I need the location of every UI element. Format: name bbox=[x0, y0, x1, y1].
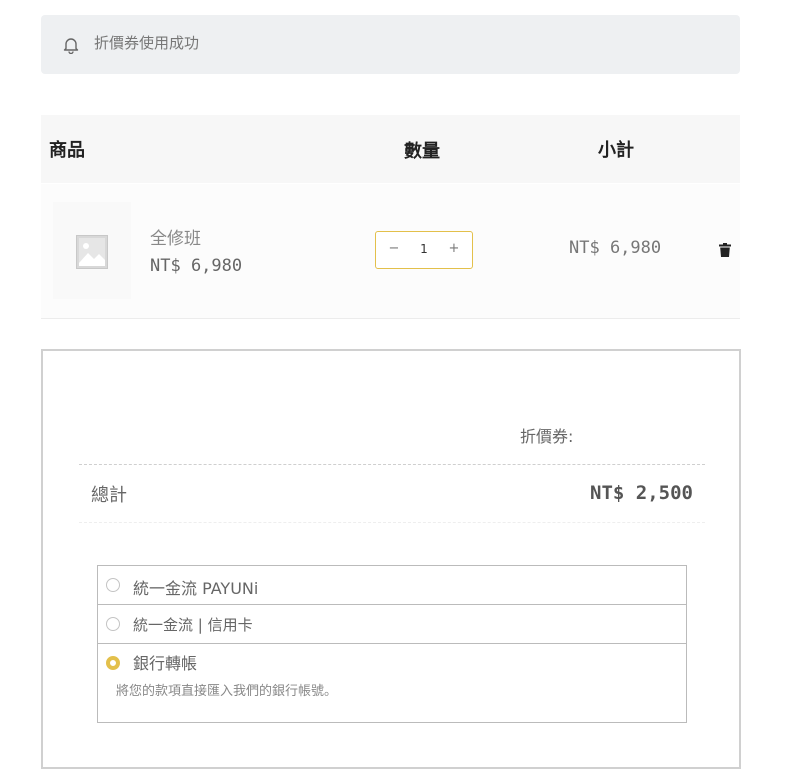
notice-message: 折價券使用成功 bbox=[94, 34, 200, 52]
payment-option-credit-card[interactable]: 統一金流 | 信用卡 bbox=[98, 605, 686, 644]
payment-label[interactable]: 統一金流 PAYUNi bbox=[133, 575, 258, 599]
decrease-quantity-button[interactable]: − bbox=[385, 241, 403, 256]
product-thumbnail[interactable] bbox=[53, 202, 131, 299]
product-price: NT$ 6,980 bbox=[150, 256, 243, 276]
header-subtotal: 小計 bbox=[598, 140, 634, 161]
payment-methods: 統一金流 PAYUNi 統一金流 | 信用卡 銀行轉帳 將您的款項直接匯入我們的… bbox=[97, 565, 687, 723]
cart-table-header: 商品 數量 小計 bbox=[41, 115, 740, 183]
trash-icon[interactable] bbox=[719, 243, 731, 257]
payment-description: 將您的款項直接匯入我們的銀行帳號。 bbox=[116, 684, 338, 699]
payment-radio[interactable] bbox=[106, 578, 120, 592]
line-subtotal: NT$ 6,980 bbox=[569, 238, 662, 258]
cart-totals-box: 折價券: 總計 NT$ 2,500 統一金流 PAYUNi 統一金流 | 信用卡… bbox=[41, 349, 741, 769]
payment-label[interactable]: 統一金流 | 信用卡 bbox=[133, 614, 253, 635]
payment-option-payuni[interactable]: 統一金流 PAYUNi bbox=[98, 566, 686, 605]
coupon-success-notice: 折價券使用成功 bbox=[41, 15, 740, 74]
increase-quantity-button[interactable]: + bbox=[445, 241, 463, 256]
divider bbox=[79, 522, 705, 523]
total-label: 總計 bbox=[91, 485, 127, 506]
bell-icon bbox=[63, 38, 79, 54]
image-placeholder-icon bbox=[76, 235, 108, 269]
total-value: NT$ 2,500 bbox=[590, 482, 693, 504]
payment-label[interactable]: 銀行轉帳 bbox=[133, 650, 197, 674]
coupon-label: 折價券: bbox=[520, 427, 574, 446]
header-quantity: 數量 bbox=[404, 141, 440, 162]
quantity-input[interactable]: 1 bbox=[414, 242, 434, 256]
payment-radio[interactable] bbox=[106, 617, 120, 631]
quantity-stepper: − 1 + bbox=[375, 231, 473, 269]
payment-option-bank-transfer[interactable]: 銀行轉帳 將您的款項直接匯入我們的銀行帳號。 bbox=[98, 644, 686, 722]
payment-radio-selected[interactable] bbox=[106, 656, 120, 670]
cart-item-row: 全修班 NT$ 6,980 − 1 + NT$ 6,980 bbox=[41, 184, 740, 319]
divider bbox=[79, 464, 705, 465]
header-product: 商品 bbox=[49, 140, 85, 161]
product-name[interactable]: 全修班 bbox=[150, 224, 201, 249]
